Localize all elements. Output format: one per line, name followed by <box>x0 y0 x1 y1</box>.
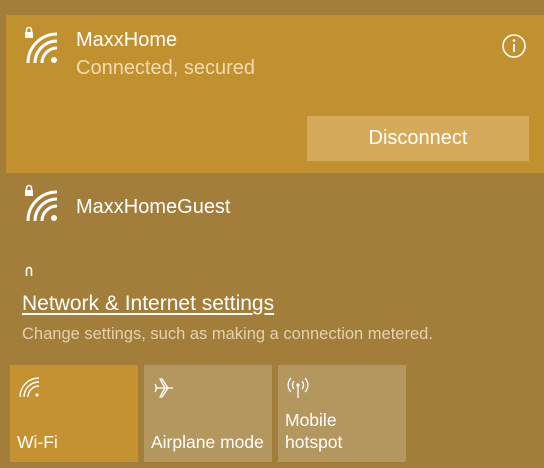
network-settings-description: Change settings, such as making a connec… <box>22 325 433 343</box>
airplane-icon <box>152 376 176 400</box>
network-name: MaxxHomeGuest <box>76 196 231 218</box>
network-item-connected[interactable]: MaxxHome Connected, secured Disconnect <box>6 15 544 173</box>
wifi-secured-icon <box>20 184 66 230</box>
hotspot-icon <box>286 376 310 400</box>
network-status: Connected, secured <box>76 57 256 79</box>
network-settings-link[interactable]: Network & Internet settings <box>22 292 274 316</box>
tile-label: Airplane mode <box>151 432 264 452</box>
info-icon[interactable] <box>500 32 528 60</box>
disconnect-button[interactable]: Disconnect <box>307 116 529 161</box>
wifi-icon <box>18 376 42 400</box>
lock-icon <box>25 263 33 276</box>
wifi-toggle-tile[interactable]: Wi-Fi <box>10 365 138 462</box>
tile-label: Wi-Fi <box>17 432 58 452</box>
wifi-secured-icon <box>20 26 66 72</box>
tile-label: Mobile hotspot <box>285 410 343 452</box>
network-flyout: MaxxHome Connected, secured Disconnect M… <box>0 0 544 468</box>
network-name: MaxxHome <box>76 29 178 51</box>
airplane-mode-tile[interactable]: Airplane mode <box>144 365 272 462</box>
mobile-hotspot-tile[interactable]: Mobile hotspot <box>278 365 406 462</box>
network-item-guest[interactable]: MaxxHomeGuest <box>6 173 544 251</box>
flyout-top-edge <box>6 0 544 15</box>
